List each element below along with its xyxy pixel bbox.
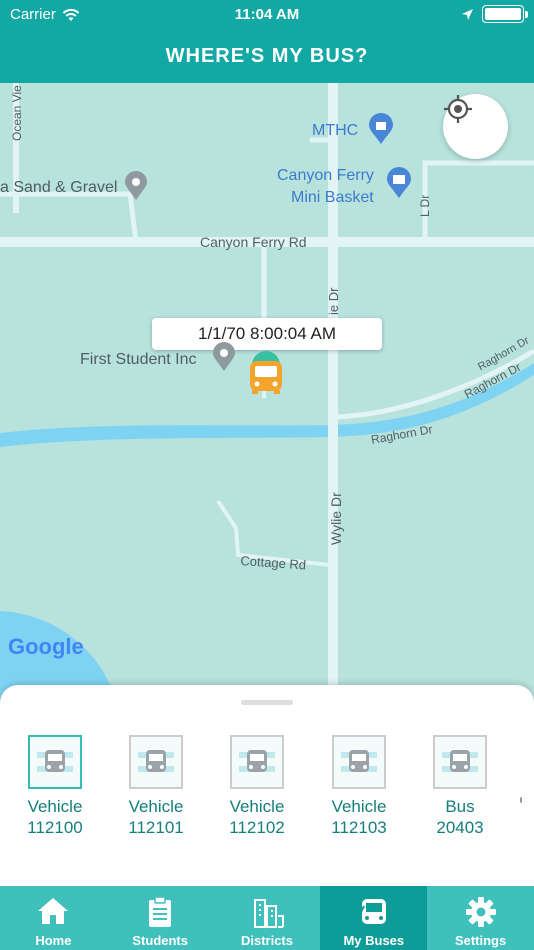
bus-list-item[interactable]: Vehicle 112101 — [106, 735, 206, 838]
map-view[interactable]: Ocean Vie a Sand & Gravel MTHC Canyon Fe… — [0, 83, 534, 703]
tab-bar: Home Students Districts My Buses Setting… — [0, 886, 534, 950]
map-label-wylie-dr: Wylie Dr — [328, 492, 344, 545]
bus-icon — [138, 750, 174, 772]
home-icon — [38, 898, 69, 924]
map-pin-icon — [213, 342, 235, 371]
map-label-ocean-view: Ocean Vie — [10, 85, 24, 141]
location-arrow-icon — [462, 8, 473, 20]
map-label-mini-basket: Mini Basket — [291, 189, 374, 206]
tab-label: Home — [35, 933, 72, 948]
map-label-canyon-ferry-mini: Canyon Ferry — [277, 167, 374, 184]
google-logo: Google — [8, 634, 84, 660]
bus-list-item[interactable]: Vehicle 112100 — [5, 735, 105, 838]
bus-list[interactable]: Vehicle 112100 Vehicle 112101 Vehicle 11… — [0, 735, 534, 845]
battery-icon — [482, 5, 528, 23]
map-label-mthc: MTHC — [312, 122, 359, 139]
bus-icon — [442, 750, 478, 772]
tab-label: Districts — [240, 933, 293, 948]
map-pin-icon — [125, 171, 147, 200]
map-label-l-dr: L Dr — [418, 194, 432, 217]
bus-name-line1: Vehicle — [229, 797, 285, 816]
bus-thumbnail — [129, 735, 183, 789]
bus-name-line1: Bus — [445, 797, 475, 816]
bus-thumbnail — [230, 735, 284, 789]
bus-name-line2: 112102 — [229, 818, 285, 837]
bus-icon — [355, 899, 386, 924]
bus-icon — [37, 750, 73, 772]
bus-icon — [239, 750, 275, 772]
bus-name-line2: 112100 — [27, 818, 83, 837]
bus-thumbnail — [28, 735, 82, 789]
tab-students[interactable]: Students — [107, 886, 214, 950]
bus-marker-icon[interactable] — [246, 351, 286, 395]
bus-name-line2: 112101 — [128, 818, 184, 837]
google-logo-text: Google — [8, 634, 84, 659]
bus-list-item[interactable]: Bus 20403 — [410, 735, 510, 838]
map-label-first-student: First Student Inc — [80, 351, 197, 368]
shopping-bag-icon — [369, 113, 393, 144]
tab-label: Students — [132, 933, 188, 948]
drag-handle[interactable] — [241, 700, 293, 705]
bus-thumbnail — [433, 735, 487, 789]
clipboard-icon — [149, 896, 172, 927]
crosshair-icon — [444, 95, 472, 123]
bus-list-item[interactable]: Vehicle 112102 — [207, 735, 307, 838]
buildings-icon — [253, 899, 284, 928]
bus-timestamp-tooltip: 1/1/70 8:00:04 AM — [152, 318, 382, 350]
map-label-wylie-dr-top: ie Dr — [326, 287, 341, 315]
bus-thumbnail — [332, 735, 386, 789]
locate-me-button[interactable] — [443, 94, 508, 159]
map-label-canyon-ferry-rd: Canyon Ferry Rd — [200, 234, 307, 250]
bus-name-line1: Vehicle — [27, 797, 83, 816]
scroll-indicator — [520, 797, 522, 803]
bus-list-item[interactable]: Vehicle 112103 — [309, 735, 409, 838]
bus-name-line1: Vehicle — [331, 797, 387, 816]
tab-settings[interactable]: Settings — [427, 886, 534, 950]
bus-name-line1: Vehicle — [128, 797, 184, 816]
store-icon — [387, 167, 411, 198]
bus-name-line2: 112103 — [331, 818, 387, 837]
clock: 11:04 AM — [234, 6, 300, 23]
tab-label: My Buses — [343, 933, 405, 948]
status-bar: Carrier 11:04 AM — [0, 0, 534, 30]
tab-districts[interactable]: Districts — [214, 886, 321, 950]
tab-home[interactable]: Home — [0, 886, 107, 950]
bus-icon — [341, 750, 377, 772]
tab-my-buses[interactable]: My Buses — [320, 886, 428, 950]
map-label-sand-gravel: a Sand & Gravel — [0, 179, 118, 196]
page-title: WHERE'S MY BUS? — [0, 30, 534, 83]
bus-name-line2: 20403 — [436, 818, 484, 837]
gear-icon — [465, 897, 496, 927]
tab-label: Settings — [454, 933, 507, 948]
bus-bottom-sheet: Vehicle 112100 Vehicle 112101 Vehicle 11… — [0, 685, 534, 886]
